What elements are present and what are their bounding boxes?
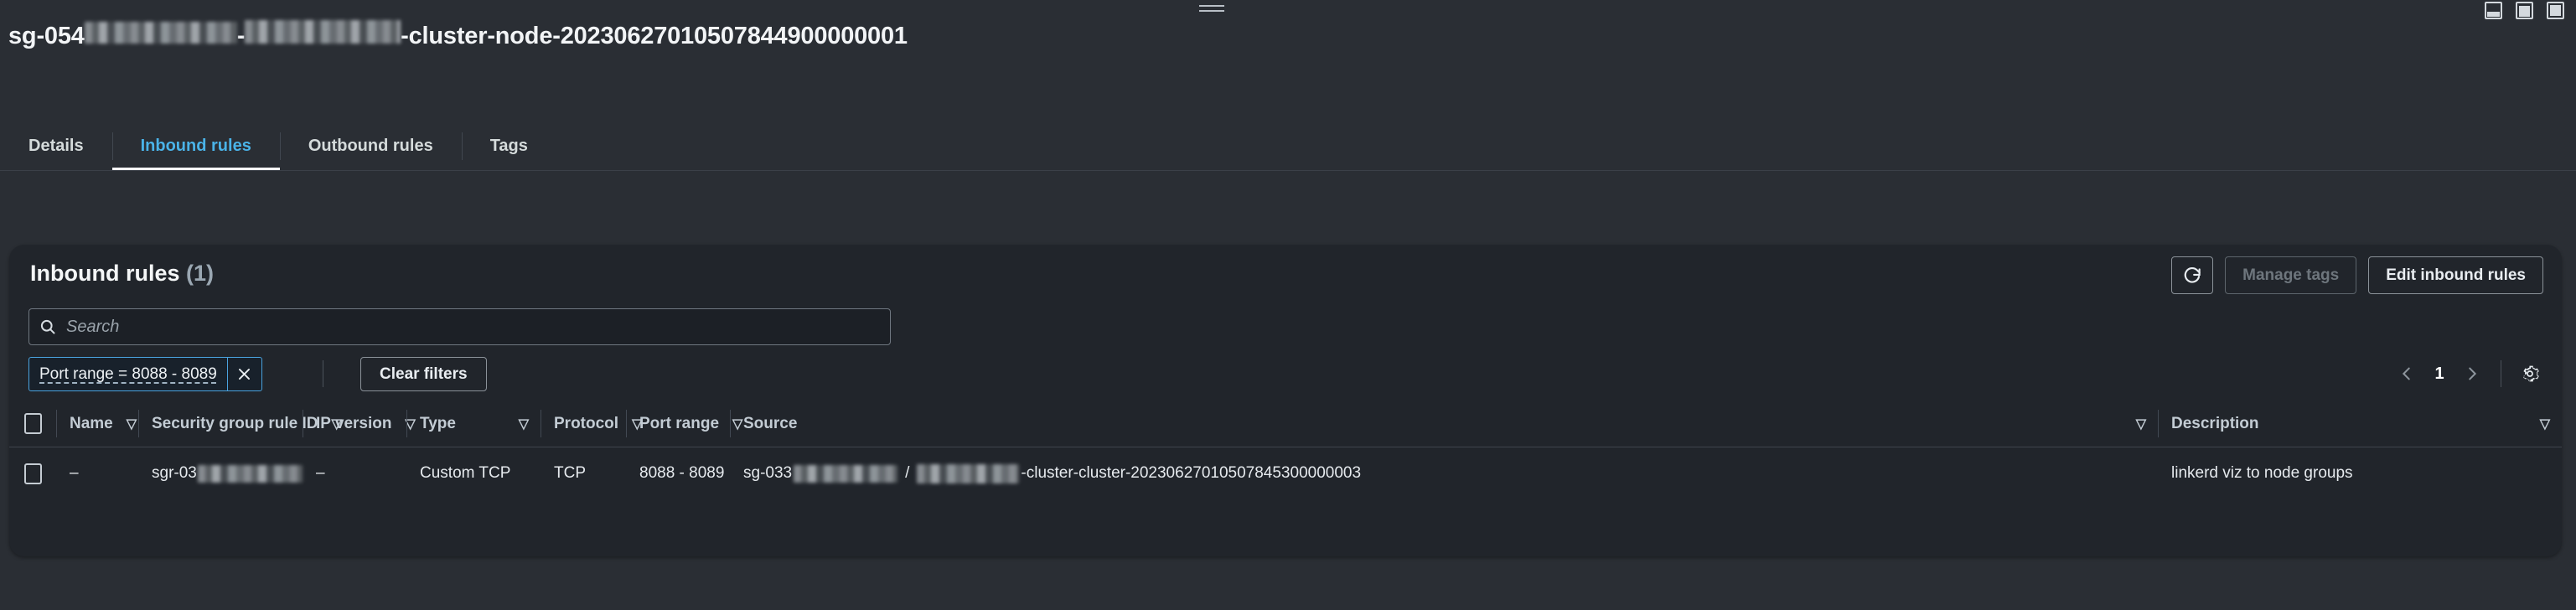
sort-icon: ▽ — [519, 416, 529, 432]
cell-protocol: TCP — [541, 447, 626, 499]
cell-ip-version: – — [303, 447, 406, 499]
tab-label: Details — [28, 137, 84, 156]
source-prefix: sg-033 — [743, 464, 792, 483]
search-icon — [39, 318, 56, 335]
drag-handle-line — [1199, 10, 1224, 12]
clear-filters-button[interactable]: Clear filters — [360, 357, 487, 391]
column-header-label: Name — [70, 415, 113, 433]
row-checkbox[interactable] — [24, 463, 42, 484]
tab-bar-underline — [0, 170, 2576, 171]
column-header-type[interactable]: Type ▽ — [406, 401, 541, 447]
drag-handle-line — [1199, 5, 1224, 7]
tab-inbound-rules[interactable]: Inbound rules — [112, 121, 280, 171]
redacted-text-block — [917, 464, 1019, 483]
cell-type: Custom TCP — [406, 447, 541, 499]
column-header-source[interactable]: Source ▽ — [730, 401, 2158, 447]
sort-icon: ▽ — [2136, 416, 2146, 432]
tab-outbound-rules[interactable]: Outbound rules — [280, 121, 462, 171]
source-suffix: -cluster-cluster-20230627010507845300000… — [1021, 464, 1361, 483]
gear-icon — [2519, 363, 2541, 385]
column-header-label: Type — [420, 415, 456, 433]
redacted-text-block — [794, 465, 897, 483]
filter-chip-label: Port range = 8088 - 8089 — [29, 358, 227, 390]
panel-full-icon[interactable] — [2547, 2, 2564, 19]
panel-title-text: Inbound rules — [30, 261, 180, 286]
column-header-protocol[interactable]: Protocol ▽ — [541, 401, 626, 447]
search-box[interactable] — [28, 308, 891, 345]
filter-chip-port-range[interactable]: Port range = 8088 - 8089 — [28, 357, 262, 391]
table-preferences-button[interactable] — [2513, 357, 2547, 390]
column-header-port-range[interactable]: Port range ▽ — [626, 401, 730, 447]
cell-source: sg-033 / -cluster-cluster-20230627010507… — [730, 447, 2158, 499]
manage-tags-button[interactable]: Manage tags — [2225, 256, 2356, 294]
close-icon — [236, 366, 252, 382]
chevron-right-icon — [2463, 364, 2481, 383]
refresh-icon — [2181, 265, 2203, 287]
pagination-next-button[interactable] — [2455, 357, 2489, 390]
pagination-previous-button[interactable] — [2390, 357, 2423, 390]
redacted-text-block — [85, 22, 237, 44]
card-header-actions: Manage tags Edit inbound rules — [2171, 256, 2543, 294]
filter-row: Port range = 8088 - 8089 Clear filters 1 — [9, 352, 2562, 401]
column-header-label: Port range — [639, 415, 719, 433]
row-select-cell — [9, 447, 56, 499]
panel-title: Inbound rules (1) — [30, 261, 214, 287]
cell-name: – — [56, 447, 138, 499]
panel-position-controls — [2485, 2, 2564, 19]
table-header-row: Name ▽ Security group rule ID ▽ IP versi… — [9, 401, 2562, 447]
tab-bar: Details Inbound rules Outbound rules Tag… — [0, 121, 2576, 171]
page-title: sg-054 - -cluster-node-20230627010507844… — [8, 20, 908, 50]
page-title-suffix: -cluster-node-20230627010507844900000001 — [401, 23, 908, 50]
edit-inbound-rules-label: Edit inbound rules — [2386, 266, 2526, 285]
select-all-checkbox[interactable] — [24, 413, 42, 434]
search-row — [9, 305, 2562, 352]
column-header-name[interactable]: Name ▽ — [56, 401, 138, 447]
chevron-left-icon — [2398, 364, 2416, 383]
column-header-label: Source — [743, 415, 797, 433]
sort-icon: ▽ — [127, 416, 137, 432]
cell-value-prefix: sgr-03 — [152, 464, 197, 483]
page-root: sg-054 - -cluster-node-20230627010507844… — [0, 0, 2576, 610]
manage-tags-label: Manage tags — [2242, 266, 2339, 285]
column-header-label: Security group rule ID — [152, 415, 318, 433]
sort-icon: ▽ — [2540, 416, 2550, 432]
split-panel-drag-handle[interactable] — [1199, 5, 1224, 13]
column-header-description[interactable]: Description ▽ — [2158, 401, 2562, 447]
page-title-prefix: sg-054 — [8, 23, 85, 50]
select-all-header-cell — [9, 401, 56, 447]
edit-inbound-rules-button[interactable]: Edit inbound rules — [2368, 256, 2543, 294]
search-input[interactable] — [66, 318, 880, 337]
cell-port-range: 8088 - 8089 — [626, 447, 730, 499]
column-header-label: Description — [2171, 415, 2259, 433]
window-top-bar — [0, 0, 2576, 22]
redacted-text-block — [198, 465, 303, 483]
column-header-ip-version[interactable]: IP version ▽ — [303, 401, 406, 447]
clear-filters-label: Clear filters — [380, 365, 468, 384]
tab-tags[interactable]: Tags — [462, 121, 556, 171]
tab-label: Tags — [490, 137, 528, 156]
cell-security-group-rule-id: sgr-03 — [138, 447, 303, 499]
refresh-button[interactable] — [2171, 256, 2213, 294]
tab-details[interactable]: Details — [0, 121, 112, 171]
table-row[interactable]: – sgr-03 – Custom TCP TCP 8088 - 8089 sg… — [9, 447, 2562, 499]
panel-title-count: (1) — [186, 261, 214, 286]
tab-label: Inbound rules — [141, 137, 251, 156]
source-separator: / — [899, 464, 915, 483]
panel-bottom-icon[interactable] — [2485, 2, 2502, 19]
column-header-label: IP version — [316, 415, 391, 433]
panel-center-icon[interactable] — [2516, 2, 2533, 19]
redacted-text-block — [245, 20, 401, 44]
tab-label: Outbound rules — [308, 137, 433, 156]
inbound-rules-table: Name ▽ Security group rule ID ▽ IP versi… — [9, 401, 2562, 499]
page-title-separator: - — [237, 23, 245, 50]
filter-chip-remove-button[interactable] — [227, 358, 261, 390]
card-header: Inbound rules (1) Manage tags Edit inbou… — [9, 245, 2562, 305]
column-header-label: Protocol — [554, 415, 618, 433]
pagination-page-1[interactable]: 1 — [2423, 357, 2455, 390]
pagination: 1 — [2390, 357, 2547, 390]
inbound-rules-card: Inbound rules (1) Manage tags Edit inbou… — [9, 245, 2562, 556]
cell-description: linkerd viz to node groups — [2158, 447, 2562, 499]
column-header-security-group-rule-id[interactable]: Security group rule ID ▽ — [138, 401, 303, 447]
